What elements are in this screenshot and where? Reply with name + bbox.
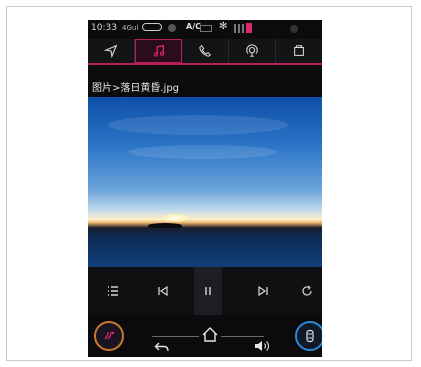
volume-button[interactable] — [254, 340, 272, 352]
sun-glow — [162, 214, 188, 222]
top-nav — [88, 39, 322, 65]
vehicle-button[interactable] — [295, 321, 322, 351]
camera-icon — [290, 25, 298, 33]
cloud — [128, 145, 278, 159]
volume-level-highlight — [246, 23, 252, 33]
home-button[interactable] — [199, 324, 221, 346]
car-icon — [306, 329, 314, 343]
rotate-icon — [302, 285, 312, 296]
recirculation-icon — [168, 24, 176, 32]
music-note-icon — [153, 45, 164, 57]
photo-viewer-image[interactable] — [88, 97, 322, 267]
car-status-icon — [142, 23, 162, 31]
back-button[interactable] — [154, 341, 170, 353]
pause-button[interactable] — [194, 267, 222, 315]
playlist-button[interactable] — [98, 267, 128, 315]
head-unit-screen: 10:33 4Gul A/C ✻ 图片>落日黄昏.jpg — [88, 20, 322, 357]
previous-button[interactable] — [150, 267, 176, 315]
navigation-arrow-icon — [104, 44, 118, 58]
breadcrumb: 图片>落日黄昏.jpg — [92, 83, 180, 94]
home-icon — [202, 327, 218, 342]
bottom-bar — [88, 315, 322, 357]
defrost-icon — [200, 25, 212, 32]
nav-underline — [88, 63, 322, 65]
tab-navigation[interactable] — [88, 39, 135, 63]
pause-icon — [205, 287, 211, 295]
rotate-button[interactable] — [296, 267, 318, 315]
radio-icon — [246, 44, 258, 57]
apps-icon — [294, 45, 304, 56]
list-icon — [108, 286, 118, 296]
tab-radio[interactable] — [229, 39, 276, 63]
status-bar: 10:33 4Gul A/C ✻ — [88, 20, 322, 38]
island-silhouette — [148, 223, 182, 228]
next-button[interactable] — [250, 267, 276, 315]
previous-icon — [158, 285, 168, 297]
cloud — [108, 115, 288, 135]
playback-controls — [88, 267, 322, 315]
tab-apps[interactable] — [276, 39, 322, 63]
ac-indicator: A/C — [186, 22, 201, 31]
phone-icon — [199, 44, 212, 57]
fan-icon: ✻ — [219, 21, 228, 32]
signal-indicator: 4Gul — [122, 24, 139, 32]
tab-phone[interactable] — [182, 39, 229, 63]
next-icon — [258, 285, 268, 297]
clock: 10:33 — [91, 23, 117, 33]
fan-speed-icon — [104, 331, 115, 340]
fan-speed-button[interactable] — [94, 321, 124, 351]
tab-media[interactable] — [135, 39, 182, 63]
